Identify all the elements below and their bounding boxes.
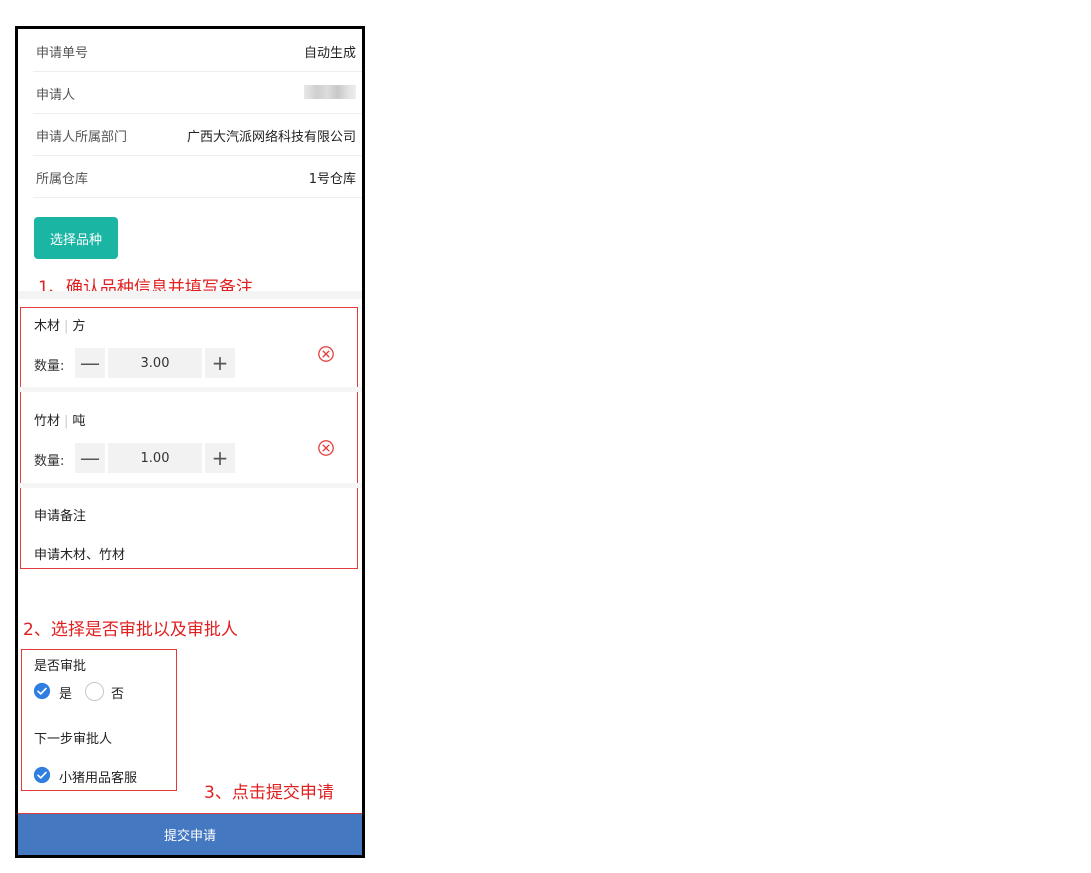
select-variety-button[interactable]: 选择品种 — [34, 217, 118, 259]
application-no-value: 自动生成 — [303, 46, 356, 61]
section-divider — [18, 291, 362, 299]
check-circle-icon[interactable] — [33, 682, 51, 700]
bamboo-quantity-input[interactable]: 1.00 — [108, 443, 202, 473]
application-no-label: 申请单号 — [36, 46, 89, 61]
item-divider — [18, 387, 362, 392]
approval-no-radio[interactable] — [85, 682, 104, 701]
item-bamboo-unit: 吨 — [72, 414, 86, 429]
approval-yes-label: 是 — [59, 687, 73, 702]
info-row-applicant: 申请人 — [33, 71, 362, 114]
item-name-bamboo: 竹材 | 吨 — [34, 410, 85, 429]
remark-input[interactable]: 申请木材、竹材 — [34, 544, 125, 563]
bamboo-increment-button[interactable]: + — [205, 443, 235, 473]
approval-label: 是否审批 — [34, 659, 87, 674]
annotation-box-items — [20, 307, 358, 569]
info-row-warehouse: 所属仓库 1号仓库 — [33, 155, 362, 198]
qty-label-wood: 数量: — [34, 359, 65, 374]
item-separator: | — [64, 319, 69, 334]
item-wood-unit: 方 — [72, 319, 86, 334]
annotation-step3: 3、点击提交申请 — [204, 783, 334, 803]
approver-name: 小猪用品客服 — [59, 771, 138, 786]
item-divider — [18, 483, 362, 488]
approval-no-label: 否 — [111, 687, 125, 702]
wood-increment-button[interactable]: + — [205, 348, 235, 378]
mobile-form-frame: 申请单号 自动生成 申请人 申请人所属部门 广西大汽派网络科技有限公司 所属仓库… — [15, 26, 365, 858]
department-label: 申请人所属部门 — [36, 130, 128, 145]
check-circle-icon[interactable] — [33, 766, 51, 784]
item-name-wood: 木材 | 方 — [34, 315, 85, 334]
submit-button[interactable]: 提交申请 — [18, 813, 362, 855]
bamboo-decrement-button[interactable]: — — [75, 443, 105, 473]
annotation-step2: 2、选择是否审批以及审批人 — [23, 620, 238, 640]
applicant-name-redacted — [304, 85, 356, 99]
applicant-label: 申请人 — [36, 88, 76, 103]
qty-label-bamboo: 数量: — [34, 454, 65, 469]
wood-quantity-input[interactable]: 3.00 — [108, 348, 202, 378]
wood-decrement-button[interactable]: — — [75, 348, 105, 378]
circle-x-icon[interactable] — [317, 345, 335, 363]
warehouse-value: 1号仓库 — [308, 172, 356, 187]
remark-label: 申请备注 — [34, 509, 87, 524]
info-row-application-no: 申请单号 自动生成 — [33, 29, 362, 72]
warehouse-label: 所属仓库 — [36, 172, 89, 187]
department-value: 广西大汽派网络科技有限公司 — [186, 130, 356, 145]
next-approver-label: 下一步审批人 — [34, 732, 113, 747]
circle-x-icon[interactable] — [317, 439, 335, 457]
item-bamboo-name: 竹材 — [34, 414, 61, 429]
info-row-department: 申请人所属部门 广西大汽派网络科技有限公司 — [33, 113, 362, 156]
item-separator: | — [64, 414, 69, 429]
item-wood-name: 木材 — [34, 319, 61, 334]
